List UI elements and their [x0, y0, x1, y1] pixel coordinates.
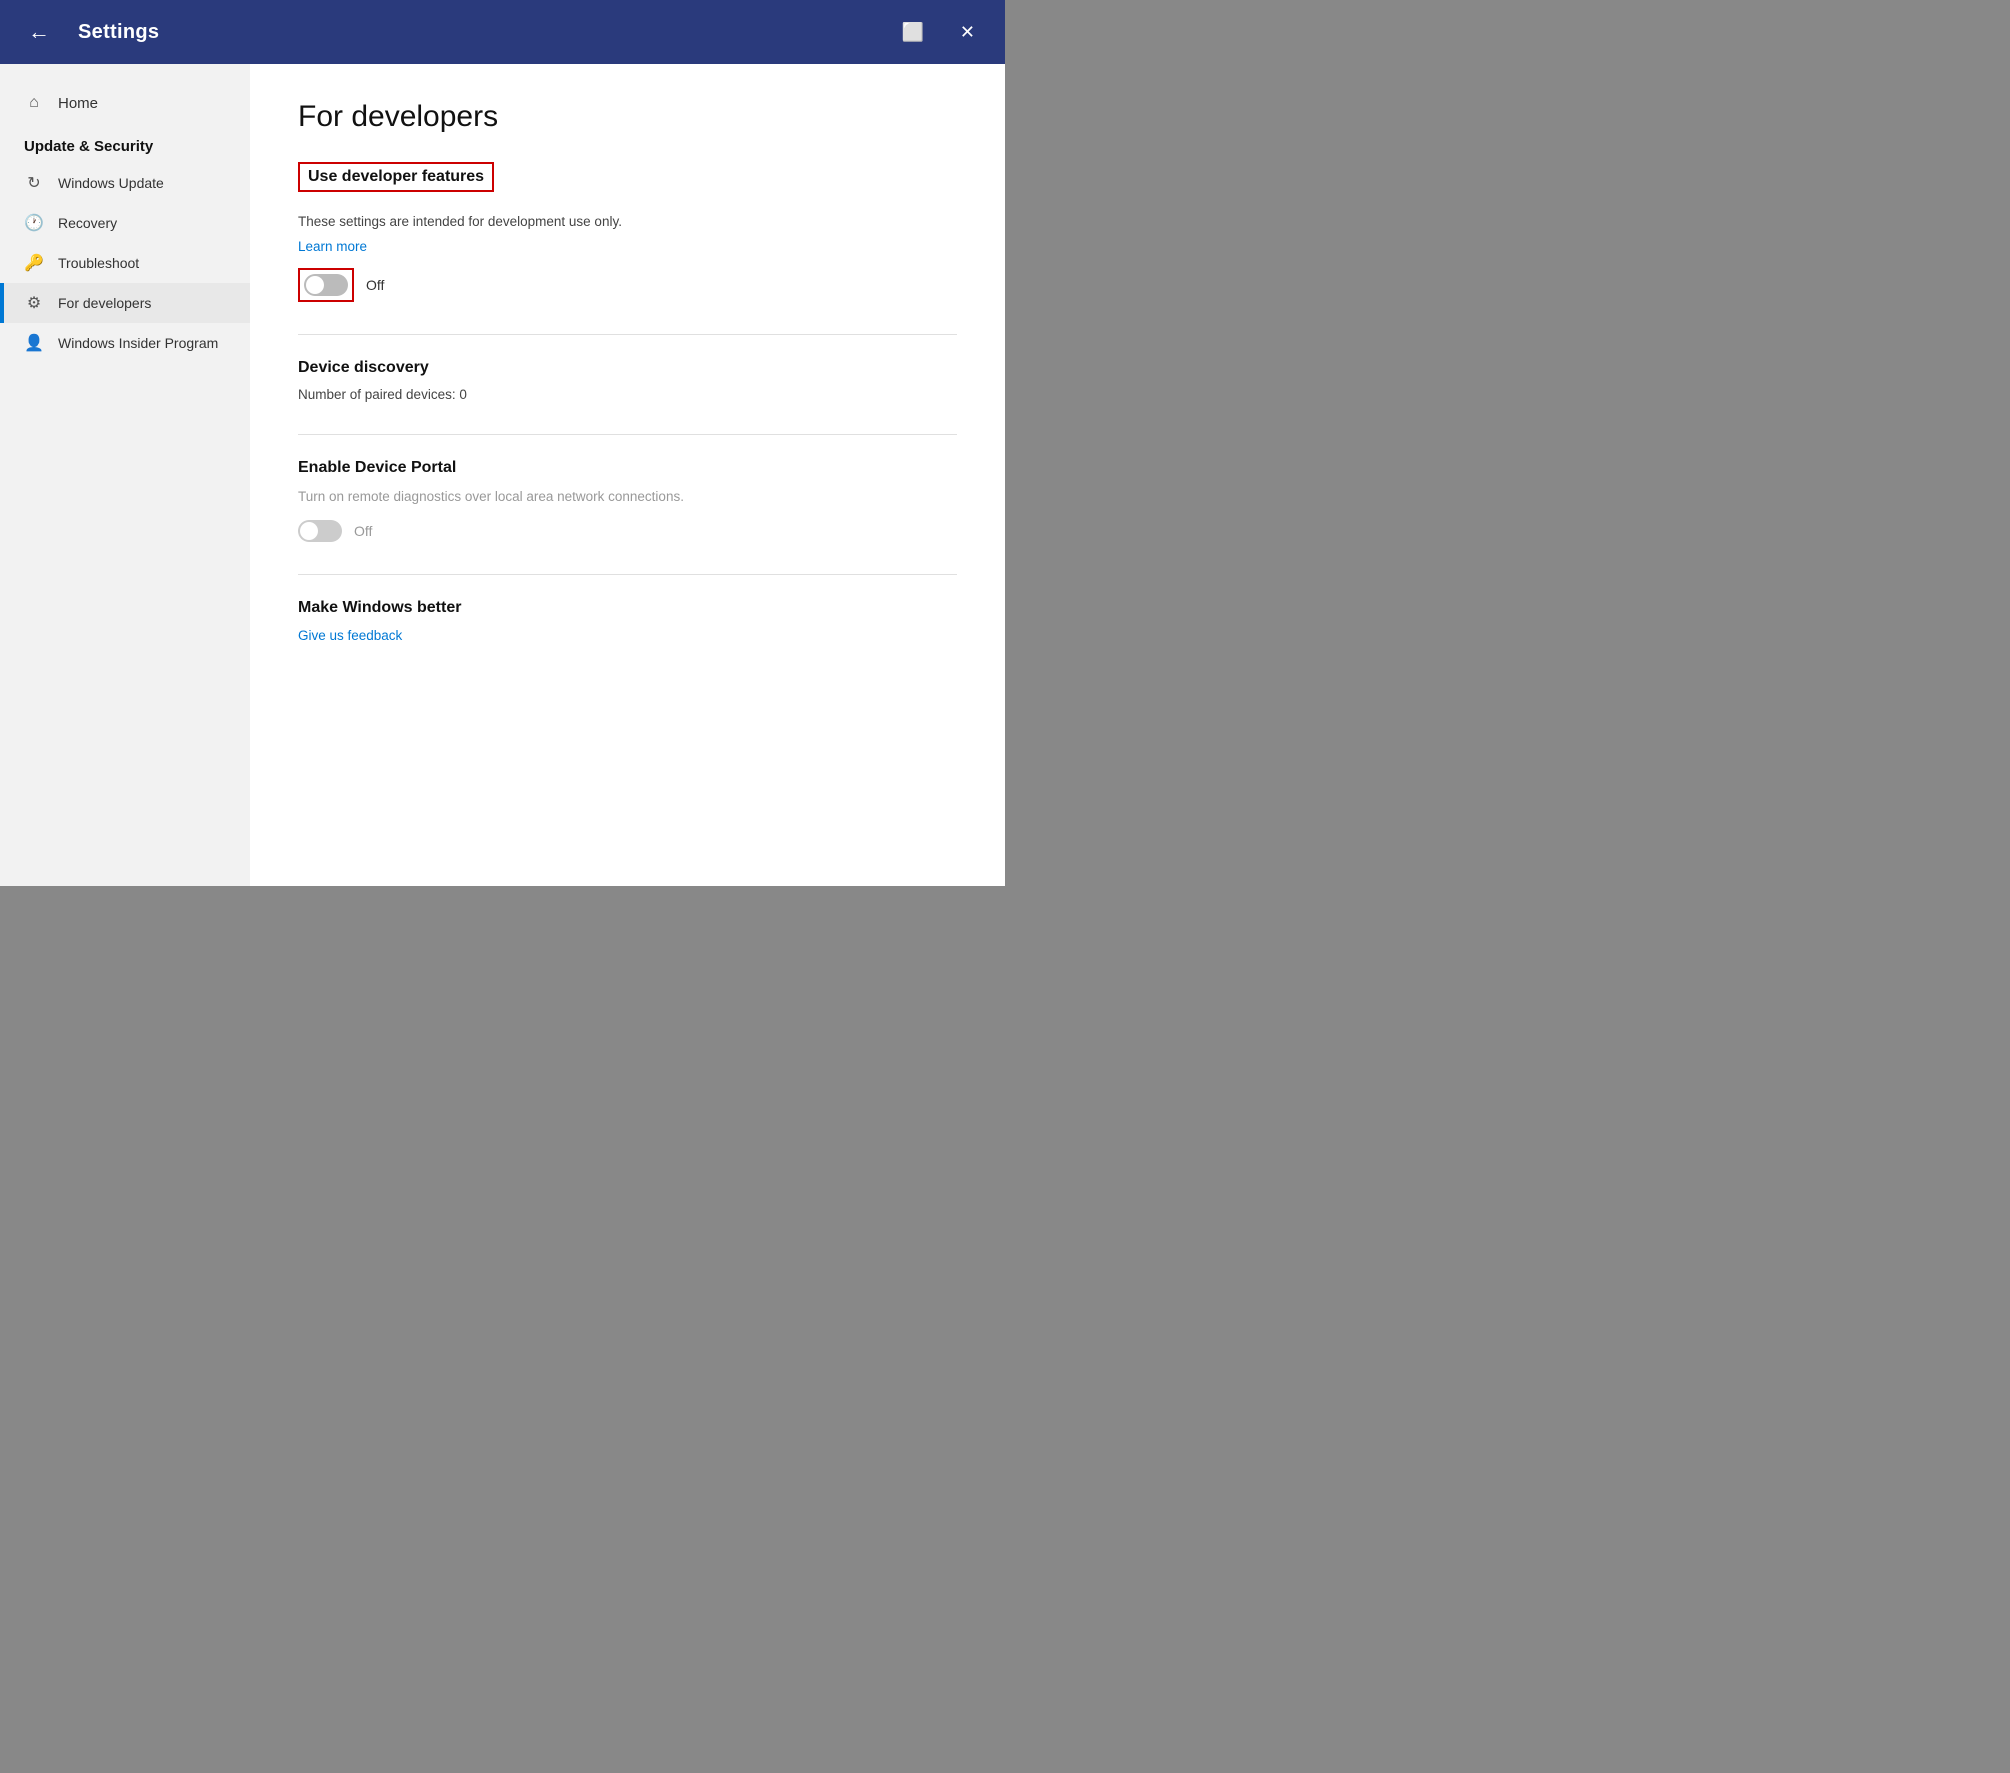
sidebar-section-title: Update & Security: [0, 122, 250, 163]
divider-3: [298, 574, 957, 575]
windows-update-icon: ↻: [24, 173, 44, 193]
section-heading-developer-features: Use developer features: [298, 162, 494, 192]
titlebar-title: Settings: [78, 21, 159, 44]
content-area: For developers Use developer features Th…: [250, 64, 1005, 886]
recovery-icon: 🕐: [24, 213, 44, 233]
titlebar-left: ← Settings: [20, 15, 159, 49]
sidebar-item-label: Troubleshoot: [58, 255, 139, 271]
make-windows-better-heading: Make Windows better: [298, 599, 957, 617]
developer-features-toggle[interactable]: [304, 274, 348, 296]
use-developer-features-section: Use developer features These settings ar…: [298, 162, 957, 302]
device-portal-toggle-row: Off: [298, 520, 957, 542]
developer-features-toggle-row: Off: [298, 268, 957, 302]
make-windows-better-section: Make Windows better Give us feedback: [298, 599, 957, 645]
sidebar: ⌂ Home Update & Security ↻ Windows Updat…: [0, 64, 250, 886]
device-portal-toggle-label: Off: [354, 523, 372, 539]
device-discovery-heading: Device discovery: [298, 359, 957, 377]
developer-features-desc: These settings are intended for developm…: [298, 212, 957, 232]
back-button[interactable]: ←: [20, 15, 58, 49]
titlebar-right: ⬜ ✕: [891, 16, 985, 49]
developers-icon: ⚙: [24, 293, 44, 313]
sidebar-item-label: For developers: [58, 295, 151, 311]
close-button[interactable]: ✕: [950, 16, 985, 49]
developer-features-toggle-wrapper: [298, 268, 354, 302]
sidebar-item-windows-insider[interactable]: 👤 Windows Insider Program: [0, 323, 250, 363]
sidebar-item-label: Windows Update: [58, 175, 164, 191]
titlebar: ← Settings ⬜ ✕: [0, 0, 1005, 64]
page-title: For developers: [298, 100, 957, 134]
device-discovery-section: Device discovery Number of paired device…: [298, 359, 957, 402]
sidebar-home-label: Home: [58, 95, 98, 112]
device-portal-toggle[interactable]: [298, 520, 342, 542]
device-portal-heading: Enable Device Portal: [298, 459, 957, 477]
main-area: ⌂ Home Update & Security ↻ Windows Updat…: [0, 64, 1005, 886]
enable-device-portal-section: Enable Device Portal Turn on remote diag…: [298, 459, 957, 541]
sidebar-item-recovery[interactable]: 🕐 Recovery: [0, 203, 250, 243]
sidebar-item-windows-update[interactable]: ↻ Windows Update: [0, 163, 250, 203]
divider-2: [298, 434, 957, 435]
learn-more-link[interactable]: Learn more: [298, 239, 367, 254]
use-developer-features-heading: Use developer features: [298, 162, 957, 202]
troubleshoot-icon: 🔑: [24, 253, 44, 273]
sidebar-item-label: Windows Insider Program: [58, 335, 218, 351]
sidebar-item-troubleshoot[interactable]: 🔑 Troubleshoot: [0, 243, 250, 283]
divider-1: [298, 334, 957, 335]
snap-button[interactable]: ⬜: [891, 16, 933, 49]
device-portal-desc: Turn on remote diagnostics over local ar…: [298, 487, 957, 507]
sidebar-item-label: Recovery: [58, 215, 117, 231]
home-icon: ⌂: [24, 94, 44, 112]
sidebar-item-for-developers[interactable]: ⚙ For developers: [0, 283, 250, 323]
give-feedback-link[interactable]: Give us feedback: [298, 628, 402, 643]
developer-features-toggle-label: Off: [366, 277, 384, 293]
sidebar-item-home[interactable]: ⌂ Home: [0, 84, 250, 122]
paired-devices-count: Number of paired devices: 0: [298, 387, 957, 402]
insider-icon: 👤: [24, 333, 44, 353]
device-portal-toggle-wrapper: [298, 520, 342, 542]
